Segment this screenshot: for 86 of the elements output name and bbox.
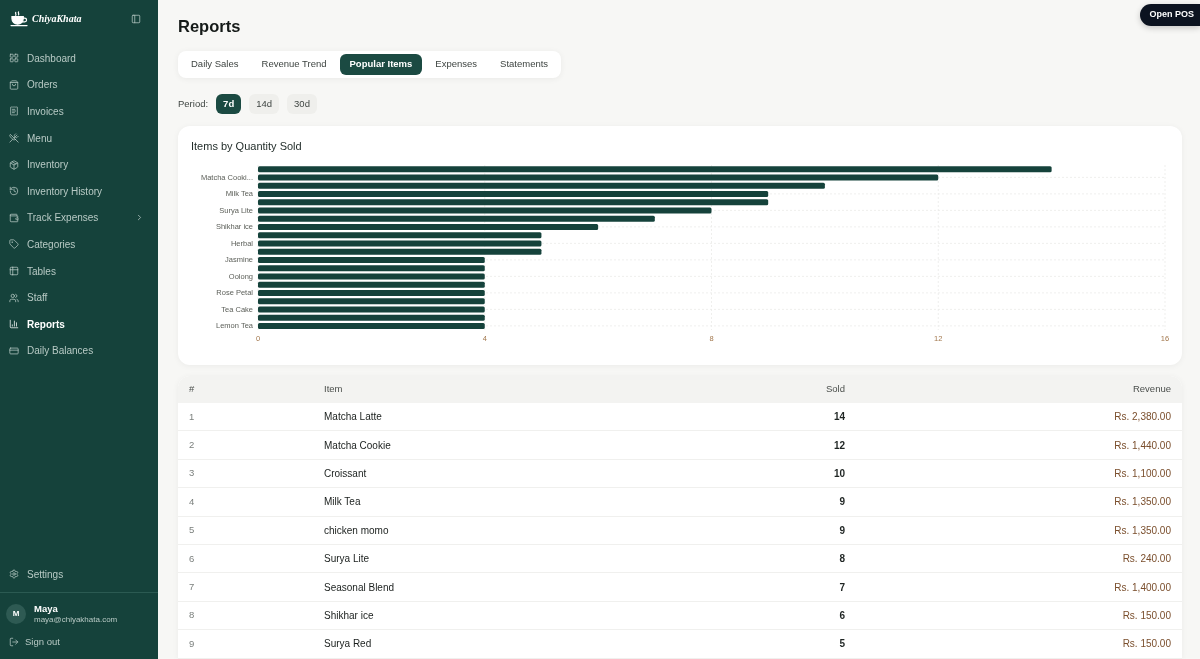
nav-item[interactable]: Track Expenses bbox=[0, 204, 158, 232]
table-cell-text: 1 bbox=[188, 409, 196, 424]
card-icon bbox=[9, 345, 19, 356]
table-cell-text: Rs. 2,380.00 bbox=[1113, 410, 1172, 425]
tab[interactable]: Revenue Trend bbox=[251, 54, 337, 75]
bar-chart-icon bbox=[9, 319, 19, 330]
table-cell-text: 14 bbox=[832, 410, 846, 425]
settings-icon bbox=[9, 569, 19, 579]
table-cell-text: 9 bbox=[838, 495, 846, 510]
table-cell-text: 7 bbox=[838, 580, 846, 595]
receipt-icon bbox=[9, 106, 19, 117]
tab[interactable]: Popular Items bbox=[339, 54, 423, 75]
table-cell-text: 12 bbox=[832, 438, 846, 453]
table-cell-text: Rs. 1,350.00 bbox=[1113, 495, 1172, 510]
tab[interactable]: Expenses bbox=[425, 54, 488, 75]
nav-item[interactable]: Orders bbox=[0, 71, 158, 99]
nav-item[interactable]: Inventory bbox=[0, 151, 158, 178]
nav-item[interactable]: Menu bbox=[0, 124, 158, 152]
wallet-icon bbox=[9, 212, 19, 223]
settings-link[interactable]: Settings bbox=[0, 561, 158, 587]
period-option[interactable]: 14d bbox=[249, 94, 280, 114]
table-cell-text: 5 bbox=[838, 637, 846, 652]
tab[interactable]: Daily Sales bbox=[181, 54, 249, 75]
column-header: # bbox=[188, 382, 196, 397]
nav-item[interactable]: Categories bbox=[0, 231, 158, 258]
period-label: Period: bbox=[178, 96, 209, 111]
nav-item[interactable]: Dashboard bbox=[0, 45, 158, 72]
page-title: Reports bbox=[178, 16, 241, 37]
period-option[interactable]: 7d bbox=[216, 94, 242, 114]
table-cell-text: 10 bbox=[832, 466, 846, 481]
sidebar-panel-icon[interactable] bbox=[131, 13, 141, 24]
tab[interactable]: Statements bbox=[490, 54, 559, 75]
table-cell-text: Surya Lite bbox=[323, 552, 371, 567]
history-icon bbox=[9, 186, 19, 197]
column-header: Revenue bbox=[1131, 382, 1172, 397]
table-cell-text: 8 bbox=[838, 552, 846, 567]
users-icon bbox=[9, 292, 19, 303]
sign-out-link[interactable]: Sign out bbox=[0, 631, 158, 653]
nav-item[interactable]: Inventory History bbox=[0, 177, 158, 205]
table-cell-text: 4 bbox=[188, 494, 196, 509]
table-cell-text: Croissant bbox=[323, 466, 368, 481]
nav-item[interactable]: Tables bbox=[0, 257, 158, 285]
table-cell-text: 8 bbox=[188, 608, 196, 623]
user-avatar: M bbox=[6, 604, 26, 624]
period-option[interactable]: 30d bbox=[287, 94, 317, 114]
table-cell-text: Matcha Cookie bbox=[323, 438, 392, 453]
open-pos-button[interactable]: Open POS bbox=[1140, 4, 1200, 26]
nav-item[interactable]: Reports bbox=[0, 310, 158, 338]
nav-item[interactable]: Invoices bbox=[0, 98, 158, 125]
table-cell-text: Surya Red bbox=[323, 637, 373, 652]
table-cell-text: Rs. 150.00 bbox=[1121, 637, 1172, 652]
user-email: maya@chiyakhata.com bbox=[34, 614, 118, 625]
shopping-bag-icon bbox=[9, 79, 19, 90]
table-cell-text: Milk Tea bbox=[323, 495, 362, 510]
table-cell-text: Rs. 240.00 bbox=[1121, 552, 1172, 567]
table-cell-text: chicken momo bbox=[323, 523, 390, 538]
box-icon bbox=[9, 159, 19, 170]
table-cell-text: 6 bbox=[838, 608, 846, 623]
table-cell-text: Rs. 1,350.00 bbox=[1113, 523, 1172, 538]
table-cell-text: Rs. 150.00 bbox=[1121, 608, 1172, 623]
table-cell-text: 2 bbox=[188, 437, 196, 452]
brand-name: ChiyaKhata bbox=[32, 12, 82, 26]
table-cell-text: Seasonal Blend bbox=[323, 580, 396, 595]
table-cell-text: Rs. 1,440.00 bbox=[1113, 438, 1172, 453]
logout-icon bbox=[9, 637, 19, 647]
nav-item[interactable]: Daily Balances bbox=[0, 337, 158, 365]
table-cell-text: Matcha Latte bbox=[323, 410, 383, 425]
table-cell-text: 9 bbox=[188, 636, 196, 651]
grid-icon bbox=[9, 53, 19, 64]
table-cell-text: 3 bbox=[188, 466, 196, 481]
table-cell-text: Rs. 1,400.00 bbox=[1113, 580, 1172, 595]
nav-item[interactable]: Staff bbox=[0, 284, 158, 311]
tag-icon bbox=[9, 239, 19, 250]
table-icon bbox=[9, 266, 19, 277]
table-cell-text: Shikhar ice bbox=[323, 608, 375, 623]
column-header: Item bbox=[323, 382, 344, 397]
utensils-icon bbox=[9, 133, 19, 144]
table-cell-text: 5 bbox=[188, 523, 196, 538]
table-cell-text: 7 bbox=[188, 579, 196, 594]
table-cell-text: 6 bbox=[188, 551, 196, 566]
table-cell-text: 9 bbox=[838, 523, 846, 538]
chart-title: Items by Quantity Sold bbox=[191, 139, 302, 153]
user-name: Maya bbox=[34, 603, 59, 615]
column-header: Sold bbox=[825, 382, 846, 397]
teacup-logo-icon bbox=[10, 10, 29, 27]
table-cell-text: Rs. 1,100.00 bbox=[1113, 466, 1172, 481]
